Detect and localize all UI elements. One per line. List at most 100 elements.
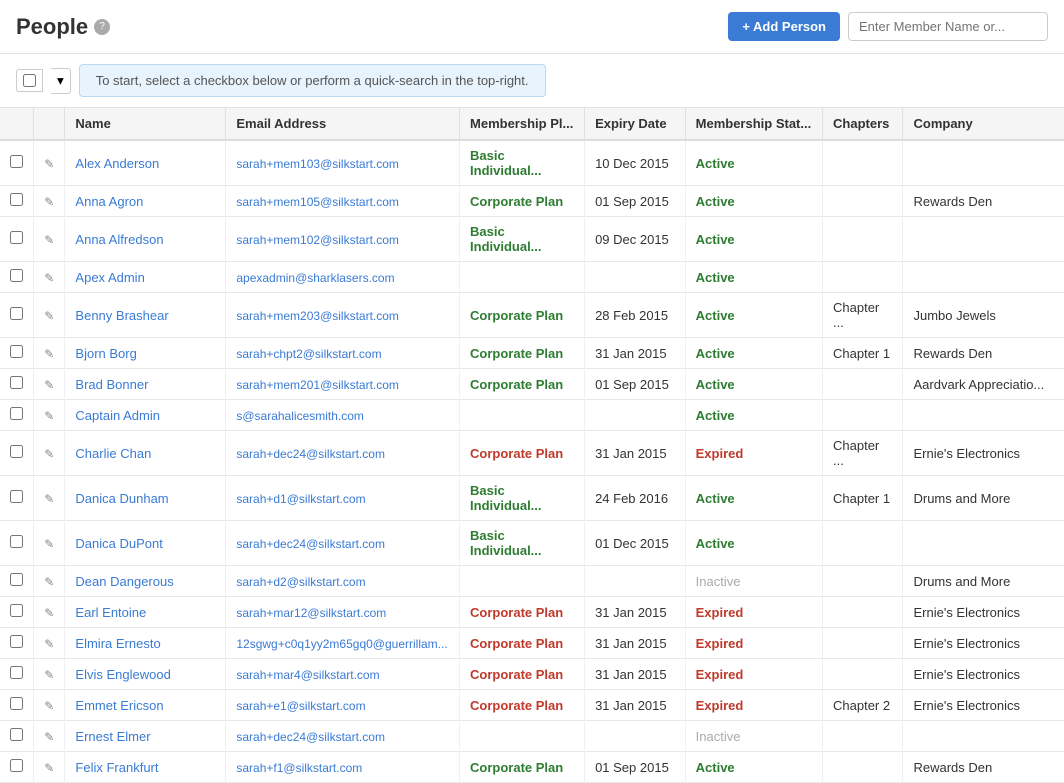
row-company-cell: Rewards Den xyxy=(903,752,1064,783)
person-name-link[interactable]: Captain Admin xyxy=(75,408,160,423)
row-checkbox[interactable] xyxy=(10,345,23,358)
edit-icon[interactable]: ✎ xyxy=(44,668,54,682)
col-header-edit xyxy=(34,108,65,140)
person-name-link[interactable]: Danica Dunham xyxy=(75,491,168,506)
row-checkbox-cell xyxy=(0,628,34,659)
person-email-link[interactable]: sarah+mar4@silkstart.com xyxy=(236,668,379,682)
row-status-cell: Active xyxy=(685,217,822,262)
row-name-cell: Apex Admin xyxy=(65,262,226,293)
person-name-link[interactable]: Benny Brashear xyxy=(75,308,168,323)
person-email-link[interactable]: sarah+mar12@silkstart.com xyxy=(236,606,386,620)
person-name-link[interactable]: Anna Agron xyxy=(75,194,143,209)
add-person-button[interactable]: + Add Person xyxy=(728,12,840,41)
person-email-link[interactable]: sarah+d1@silkstart.com xyxy=(236,492,365,506)
row-status-cell: Expired xyxy=(685,628,822,659)
person-name-link[interactable]: Elvis Englewood xyxy=(75,667,170,682)
person-name-link[interactable]: Ernest Elmer xyxy=(75,729,150,744)
row-status-cell: Active xyxy=(685,400,822,431)
person-name-link[interactable]: Apex Admin xyxy=(75,270,144,285)
person-name-link[interactable]: Brad Bonner xyxy=(75,377,148,392)
row-checkbox[interactable] xyxy=(10,155,23,168)
person-email-link[interactable]: sarah+f1@silkstart.com xyxy=(236,761,362,775)
row-company-cell: Ernie's Electronics xyxy=(903,690,1064,721)
row-checkbox[interactable] xyxy=(10,269,23,282)
person-email-link[interactable]: sarah+dec24@silkstart.com xyxy=(236,537,385,551)
row-checkbox[interactable] xyxy=(10,407,23,420)
edit-icon[interactable]: ✎ xyxy=(44,378,54,392)
row-checkbox[interactable] xyxy=(10,535,23,548)
row-checkbox[interactable] xyxy=(10,604,23,617)
person-email-link[interactable]: sarah+d2@silkstart.com xyxy=(236,575,365,589)
person-email-link[interactable]: sarah+e1@silkstart.com xyxy=(236,699,365,713)
person-name-link[interactable]: Elmira Ernesto xyxy=(75,636,160,651)
edit-icon[interactable]: ✎ xyxy=(44,730,54,744)
row-checkbox[interactable] xyxy=(10,697,23,710)
edit-icon[interactable]: ✎ xyxy=(44,347,54,361)
edit-icon[interactable]: ✎ xyxy=(44,271,54,285)
person-email-link[interactable]: 12sgwg+c0q1yy2m65gq0@guerrillam... xyxy=(236,637,447,651)
row-edit-cell: ✎ xyxy=(34,659,65,690)
row-checkbox[interactable] xyxy=(10,231,23,244)
edit-icon[interactable]: ✎ xyxy=(44,637,54,651)
person-name-link[interactable]: Anna Alfredson xyxy=(75,232,163,247)
person-name-link[interactable]: Earl Entoine xyxy=(75,605,146,620)
person-email-link[interactable]: sarah+mem201@silkstart.com xyxy=(236,378,399,392)
edit-icon[interactable]: ✎ xyxy=(44,309,54,323)
person-email-link[interactable]: s@sarahalicesmith.com xyxy=(236,409,364,423)
bulk-action-dropdown[interactable]: ▾ xyxy=(51,68,71,94)
row-checkbox[interactable] xyxy=(10,193,23,206)
help-icon[interactable]: ? xyxy=(94,19,110,35)
person-name-link[interactable]: Alex Anderson xyxy=(75,156,159,171)
select-all-checkbox-button[interactable] xyxy=(16,69,43,92)
row-company-cell: Ernie's Electronics xyxy=(903,659,1064,690)
row-checkbox[interactable] xyxy=(10,376,23,389)
edit-icon[interactable]: ✎ xyxy=(44,233,54,247)
edit-icon[interactable]: ✎ xyxy=(44,606,54,620)
edit-icon[interactable]: ✎ xyxy=(44,699,54,713)
row-checkbox[interactable] xyxy=(10,307,23,320)
search-input[interactable] xyxy=(848,12,1048,41)
person-email-link[interactable]: sarah+mem203@silkstart.com xyxy=(236,309,399,323)
edit-icon[interactable]: ✎ xyxy=(44,447,54,461)
edit-icon[interactable]: ✎ xyxy=(44,761,54,775)
row-checkbox[interactable] xyxy=(10,759,23,772)
expiry-date: 01 Dec 2015 xyxy=(595,536,669,551)
chapters-value: Chapter 1 xyxy=(833,346,890,361)
row-checkbox[interactable] xyxy=(10,573,23,586)
edit-icon[interactable]: ✎ xyxy=(44,409,54,423)
membership-plan: Basic Individual... xyxy=(470,483,542,513)
person-email-link[interactable]: sarah+dec24@silkstart.com xyxy=(236,730,385,744)
edit-icon[interactable]: ✎ xyxy=(44,157,54,171)
edit-icon[interactable]: ✎ xyxy=(44,537,54,551)
row-status-cell: Active xyxy=(685,186,822,217)
select-all-checkbox[interactable] xyxy=(23,74,36,87)
person-email-link[interactable]: apexadmin@sharklasers.com xyxy=(236,271,394,285)
person-email-link[interactable]: sarah+mem105@silkstart.com xyxy=(236,195,399,209)
row-name-cell: Brad Bonner xyxy=(65,369,226,400)
edit-icon[interactable]: ✎ xyxy=(44,195,54,209)
membership-plan: Corporate Plan xyxy=(470,346,563,361)
person-name-link[interactable]: Felix Frankfurt xyxy=(75,760,158,775)
person-name-link[interactable]: Charlie Chan xyxy=(75,446,151,461)
edit-icon[interactable]: ✎ xyxy=(44,492,54,506)
row-chapters-cell xyxy=(823,721,903,752)
expiry-date: 31 Jan 2015 xyxy=(595,667,667,682)
person-name-link[interactable]: Dean Dangerous xyxy=(75,574,173,589)
person-email-link[interactable]: sarah+mem102@silkstart.com xyxy=(236,233,399,247)
row-checkbox[interactable] xyxy=(10,728,23,741)
row-checkbox[interactable] xyxy=(10,635,23,648)
person-name-link[interactable]: Danica DuPont xyxy=(75,536,162,551)
person-email-link[interactable]: sarah+chpt2@silkstart.com xyxy=(236,347,381,361)
row-expiry-cell: 09 Dec 2015 xyxy=(585,217,686,262)
row-checkbox[interactable] xyxy=(10,445,23,458)
row-checkbox[interactable] xyxy=(10,490,23,503)
person-name-link[interactable]: Bjorn Borg xyxy=(75,346,136,361)
row-checkbox[interactable] xyxy=(10,666,23,679)
row-status-cell: Active xyxy=(685,476,822,521)
company-name: Ernie's Electronics xyxy=(913,667,1054,682)
person-name-link[interactable]: Emmet Ericson xyxy=(75,698,163,713)
person-email-link[interactable]: sarah+mem103@silkstart.com xyxy=(236,157,399,171)
row-expiry-cell: 28 Feb 2015 xyxy=(585,293,686,338)
edit-icon[interactable]: ✎ xyxy=(44,575,54,589)
person-email-link[interactable]: sarah+dec24@silkstart.com xyxy=(236,447,385,461)
